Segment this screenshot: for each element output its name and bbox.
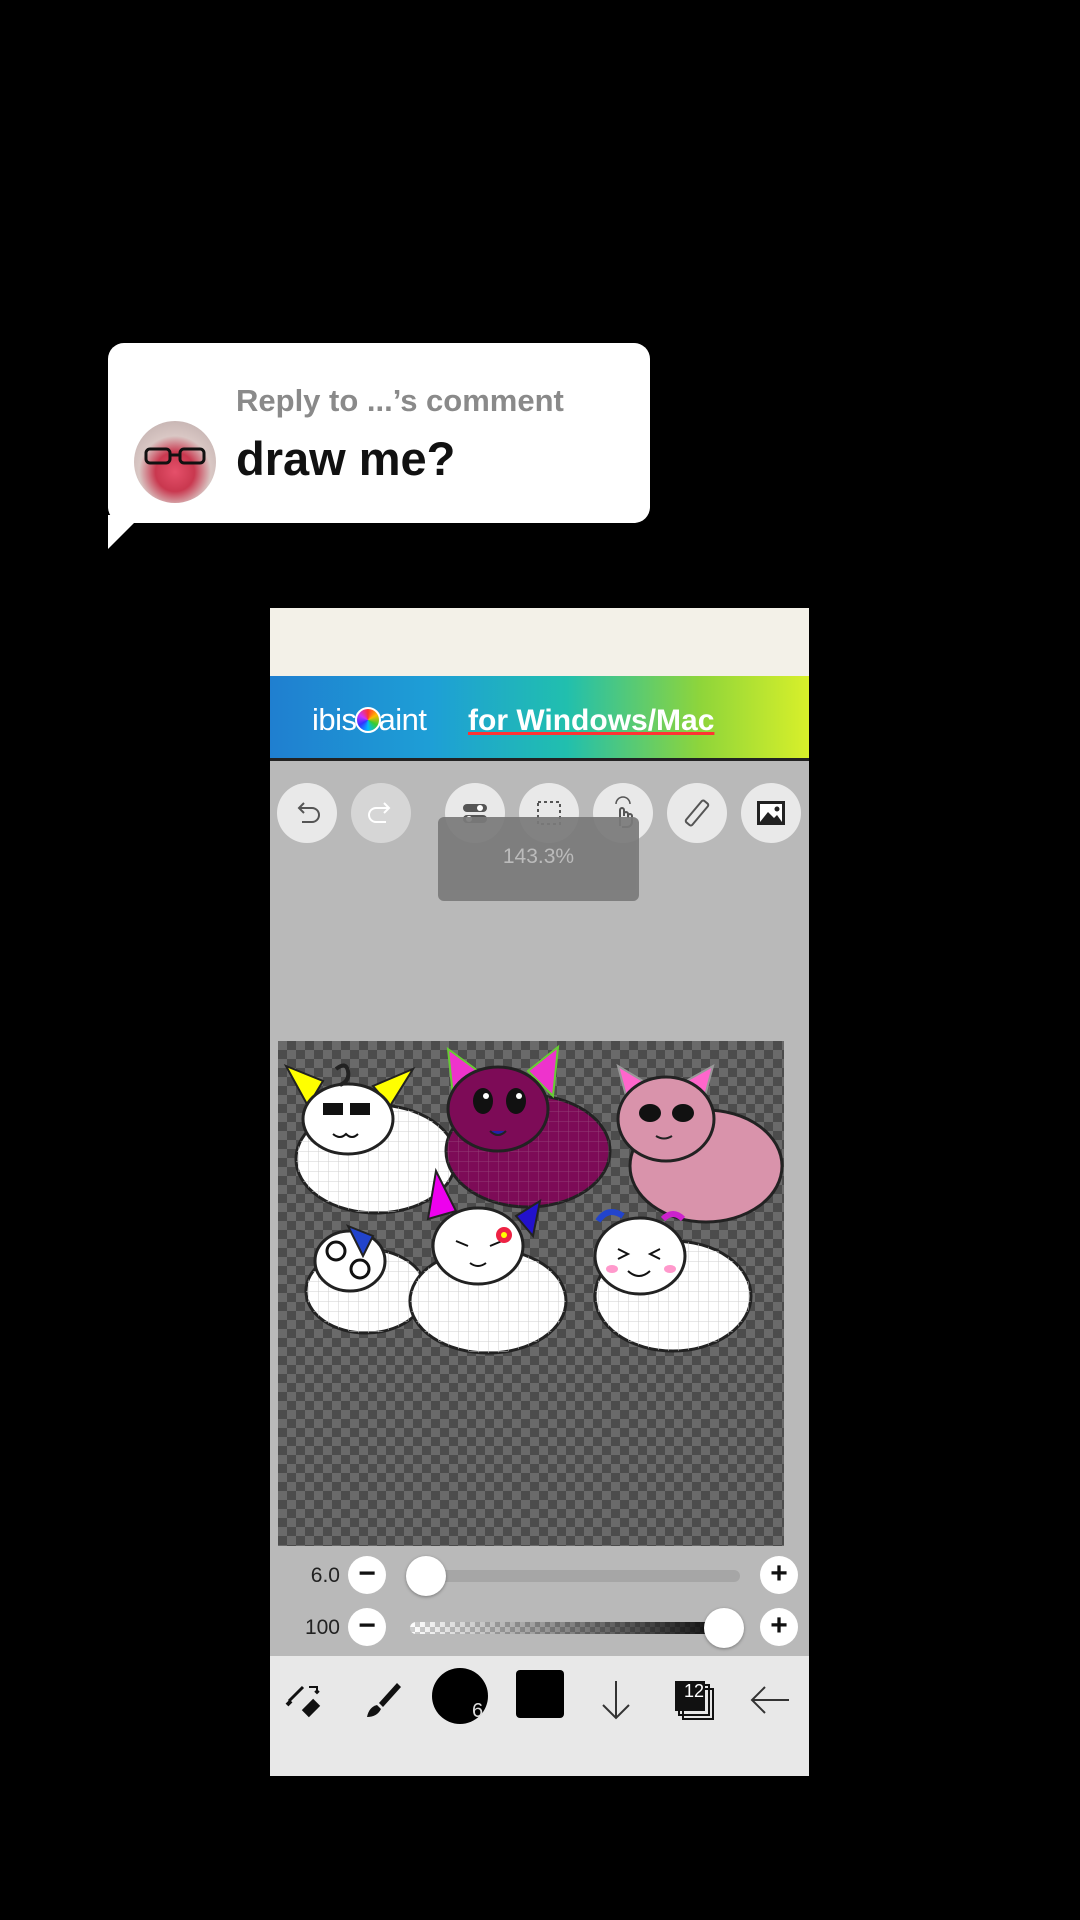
- brush-size-increase-button[interactable]: +: [760, 1556, 798, 1594]
- drawing-cat-3: [616, 1063, 784, 1224]
- brush-size-badge: 6: [472, 1700, 484, 1722]
- brush-size-track[interactable]: [410, 1570, 740, 1582]
- ibispaint-screen: ibis aint for Windows/Mac 143.3% 6.0 − +…: [270, 608, 809, 1776]
- image-button[interactable]: [741, 783, 801, 843]
- redo-button[interactable]: [351, 783, 411, 843]
- opacity-decrease-button[interactable]: −: [348, 1608, 386, 1646]
- opacity-slider[interactable]: 100 − +: [270, 1606, 809, 1650]
- brush-size-thumb[interactable]: [406, 1556, 446, 1596]
- brush-size-slider[interactable]: 6.0 − +: [270, 1554, 809, 1598]
- layers-button[interactable]: 12: [666, 1672, 722, 1728]
- drawing-canvas[interactable]: [278, 1041, 784, 1546]
- drawing-cat-6: [593, 1209, 753, 1353]
- comment-text: draw me?: [236, 432, 456, 485]
- opacity-thumb[interactable]: [704, 1608, 744, 1648]
- arrow-left-icon: [750, 1686, 789, 1714]
- drawing-cat-1: [283, 1063, 458, 1215]
- drawing-cat-2: [444, 1044, 612, 1209]
- brush-tool-button[interactable]: [354, 1672, 410, 1728]
- brush-size-decrease-button[interactable]: −: [348, 1556, 386, 1594]
- back-button[interactable]: [742, 1672, 798, 1728]
- layer-count: 12: [683, 1681, 705, 1701]
- undo-button[interactable]: [277, 783, 337, 843]
- divider: [270, 758, 809, 761]
- ruler-icon: [684, 799, 710, 827]
- glasses-icon: [144, 447, 206, 465]
- color-swatch-button[interactable]: [516, 1670, 564, 1718]
- arrow-down-icon: [602, 1681, 630, 1720]
- redo-icon: [368, 802, 391, 823]
- move-down-button[interactable]: [588, 1672, 644, 1728]
- commenter-avatar: [134, 421, 216, 503]
- brush-icon: [367, 1683, 401, 1717]
- banner-tagline: for Windows/Mac: [468, 704, 715, 737]
- reply-comment-bubble: Reply to ...’s comment draw me?: [108, 343, 650, 523]
- status-area: [270, 608, 809, 676]
- ad-banner[interactable]: ibis aint for Windows/Mac: [270, 676, 809, 758]
- reply-label: Reply to ...’s comment: [236, 383, 564, 418]
- ruler-button[interactable]: [667, 783, 727, 843]
- drawing-cat-4: [304, 1224, 428, 1335]
- brush-eraser-swap-icon: [285, 1685, 321, 1718]
- opacity-track[interactable]: [410, 1622, 740, 1634]
- undo-icon: [297, 802, 320, 823]
- color-wheel-icon: [354, 707, 381, 733]
- tool-selection-button[interactable]: [276, 1672, 332, 1728]
- brush-size-value: 6.0: [310, 1564, 340, 1587]
- zoom-indicator: 143.3%: [438, 817, 639, 901]
- bubble-tail: [108, 515, 142, 549]
- banner-logo: ibis aint: [312, 702, 427, 737]
- opacity-increase-button[interactable]: +: [760, 1608, 798, 1646]
- zoom-level: 143.3%: [502, 845, 575, 868]
- artwork: [283, 1044, 784, 1355]
- bottom-toolbar: 6 12: [270, 1656, 809, 1776]
- opacity-value: 100: [304, 1616, 340, 1639]
- image-icon: [757, 801, 785, 825]
